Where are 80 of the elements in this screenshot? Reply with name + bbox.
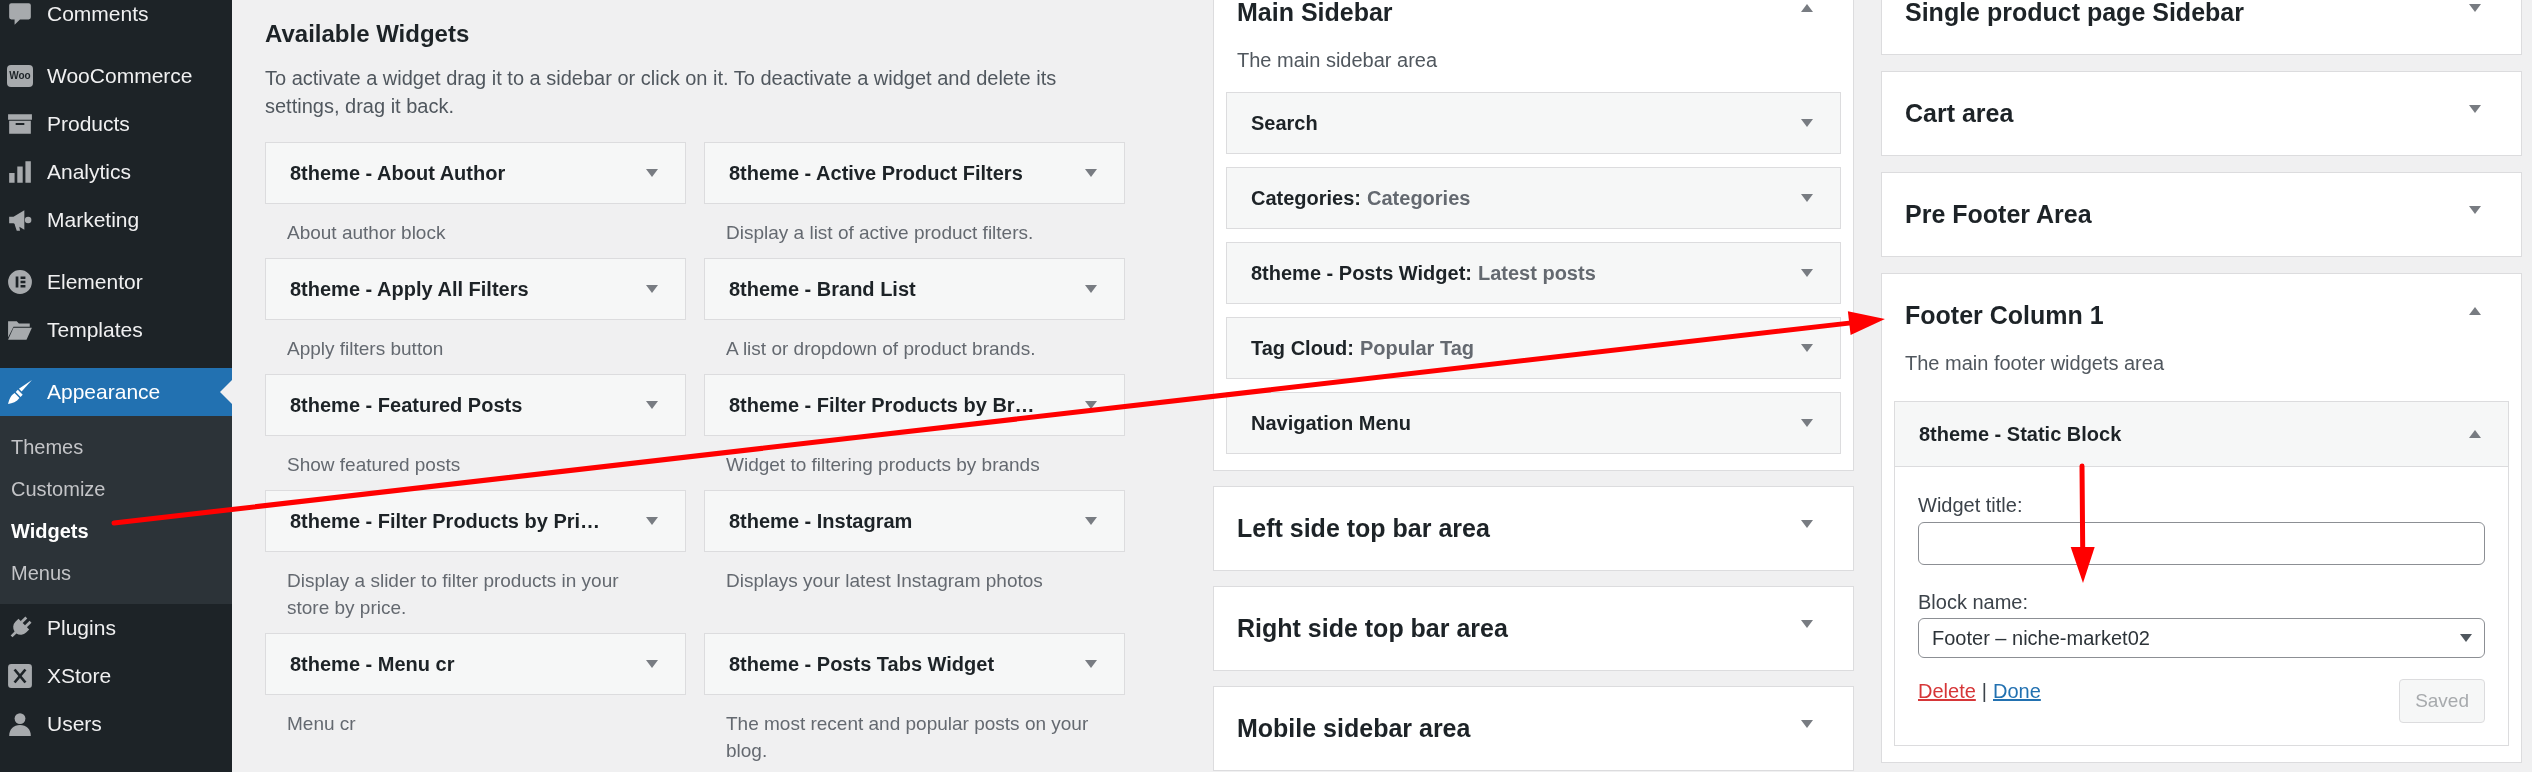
caret-down-icon — [1085, 517, 1097, 525]
widget-area-toggle[interactable]: Mobile sidebar area — [1214, 687, 1853, 741]
field-label: Block name: — [1918, 590, 2029, 614]
widget-bar[interactable]: 8theme - Brand List — [704, 258, 1125, 320]
widget-description: About author block — [287, 221, 446, 245]
menu-item[interactable]: Appearance — [0, 368, 232, 416]
caret-down-icon — [646, 517, 658, 525]
submenu-item[interactable]: Customize — [0, 468, 232, 510]
menu-item[interactable]: Plugins — [0, 604, 232, 652]
menu-item[interactable]: Elementor — [0, 258, 232, 306]
widget-bar[interactable]: 8theme - Apply All Filters — [265, 258, 686, 320]
submenu-item[interactable]: Menus — [0, 552, 232, 594]
widget-area-toggle[interactable]: Cart area — [1882, 72, 2521, 126]
widget-description: The most recent and popular posts on your blog. — [726, 712, 1090, 763]
menu-item[interactable]: Products — [0, 100, 232, 148]
widget-description: A list or dropdown of product brands. — [726, 337, 1036, 361]
widget-bar[interactable]: Tag Cloud: Popular Tag — [1226, 317, 1841, 379]
caret-down-icon — [1085, 660, 1097, 668]
triangle-pointer-icon — [220, 380, 232, 404]
person-icon — [7, 711, 33, 737]
caret-down-icon — [1085, 285, 1097, 293]
bar-chart-icon — [7, 159, 33, 185]
menu-item[interactable]: Marketing — [0, 196, 232, 244]
speech-bubble-icon — [7, 1, 33, 27]
menu-item[interactable]: Users — [0, 700, 232, 748]
delete-link[interactable]: Delete — [1918, 679, 1976, 703]
caret-down-icon — [2460, 634, 2472, 642]
widget-bar[interactable]: 8theme - Active Product Filters — [704, 142, 1125, 204]
widget-area-toggle[interactable]: Main Sidebar — [1214, 0, 1853, 25]
submenu-item[interactable]: Themes — [0, 426, 232, 468]
widget-description: Apply filters button — [287, 337, 444, 361]
widget-area-toggle[interactable]: Left side top bar area — [1214, 487, 1853, 541]
widget-description: Display a list of active product filters. — [726, 221, 1034, 245]
widget-bar[interactable]: 8theme - Menu cr — [265, 633, 686, 695]
field-label: Widget title: — [1918, 493, 2023, 517]
widget-bar[interactable]: 8theme - Instagram — [704, 490, 1125, 552]
menu-item[interactable]: XStore — [0, 652, 232, 700]
widget-bar[interactable]: Search — [1226, 92, 1841, 154]
dropdown[interactable]: Footer – niche-market02 — [1918, 618, 2485, 658]
widget-bar[interactable]: 8theme - Filter Products by Pri… — [265, 490, 686, 552]
widget-bar[interactable]: 8theme - Filter Products by Br… — [704, 374, 1125, 436]
caret-down-icon — [1085, 401, 1097, 409]
archive-box-icon — [7, 111, 33, 137]
widget-area-toggle[interactable]: Right side top bar area — [1214, 587, 1853, 641]
caret-down-icon — [646, 285, 658, 293]
widget-area-toggle[interactable]: Pre Footer Area — [1882, 173, 2521, 227]
widget-description: Menu cr — [287, 712, 356, 736]
caret-down-icon — [646, 401, 658, 409]
widget-bar[interactable]: 8theme - Posts Widget: Latest posts — [1226, 242, 1841, 304]
widget-description: Displays your latest Instagram photos — [726, 569, 1043, 593]
submenu-item[interactable]: Widgets — [0, 510, 232, 552]
done-link[interactable]: Done — [1993, 679, 2041, 703]
caret-down-icon — [1085, 169, 1097, 177]
bubble-logo: Woo — [7, 65, 33, 87]
text-input[interactable] — [1918, 522, 2485, 565]
widget-bar[interactable]: Navigation Menu — [1226, 392, 1841, 454]
widget-description: Display a slider to filter products in your store by price. — [287, 569, 620, 620]
menu-item[interactable]: Woo WooCommerce — [0, 52, 232, 100]
widget-description: Show featured posts — [287, 453, 461, 477]
menu-item[interactable]: Templates — [0, 306, 232, 354]
menu-item[interactable]: Analytics — [0, 148, 232, 196]
widget-bar[interactable]: 8theme - About Author — [265, 142, 686, 204]
area-description: The main sidebar area — [1237, 48, 1438, 72]
widget-area-toggle[interactable]: Single product page Sidebar — [1882, 0, 2521, 25]
area-description: The main footer widgets area — [1905, 351, 2165, 375]
widget-bar[interactable]: 8theme - Featured Posts — [265, 374, 686, 436]
widget-bar[interactable]: Categories: Categories — [1226, 167, 1841, 229]
section-description: To activate a widget drag it to a sidebar or click on it. To deactivate a widget and delete its settings, drag it back. — [265, 66, 1058, 119]
menu-item[interactable]: Comments — [0, 0, 232, 38]
circle-bars-icon — [7, 269, 33, 295]
x-square-icon — [7, 663, 33, 689]
section-heading: Available Widgets — [265, 20, 470, 48]
widget-bar[interactable]: 8theme - Posts Tabs Widget — [704, 633, 1125, 695]
widget-area-toggle[interactable]: Footer Column 1 — [1882, 274, 2521, 328]
caret-down-icon — [646, 169, 658, 177]
widget-description: Widget to filtering products by brands — [726, 453, 1040, 477]
paintbrush-icon — [7, 379, 33, 405]
link-separator: | — [1981, 679, 1987, 703]
widget-bar[interactable]: 8theme - Static Block — [1895, 402, 2508, 467]
caret-down-icon — [646, 660, 658, 668]
